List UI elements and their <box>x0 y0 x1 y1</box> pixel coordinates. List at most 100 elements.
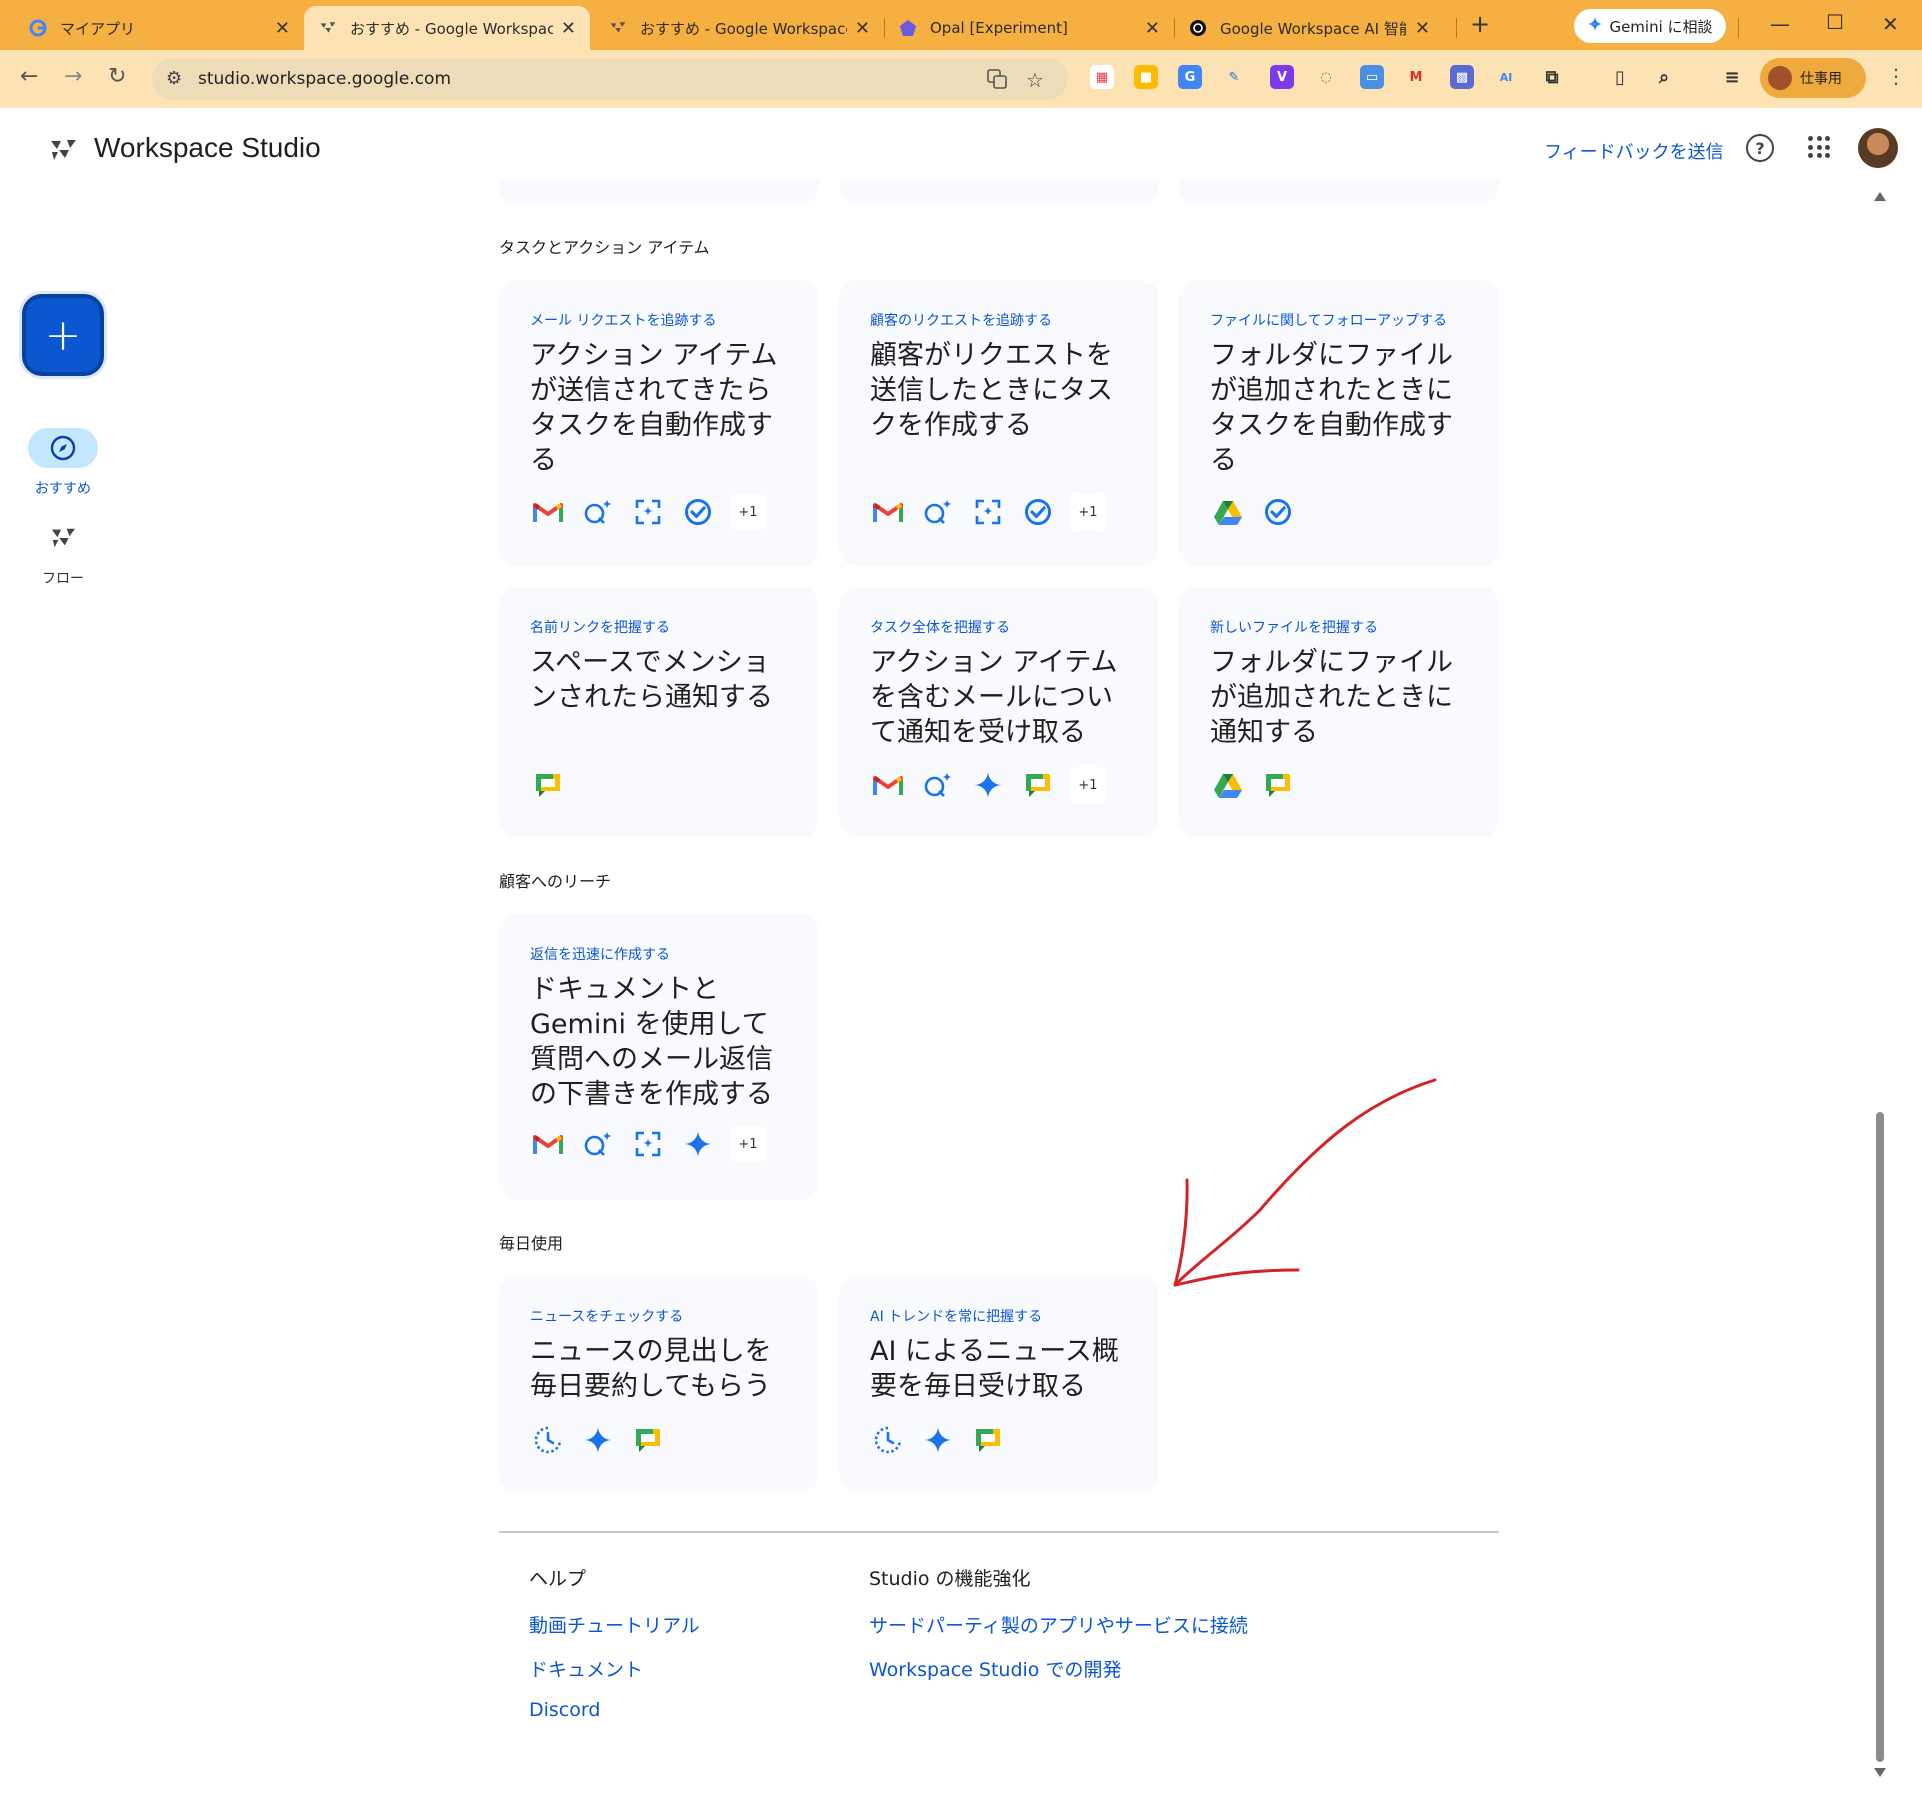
browser-tab-active[interactable]: おすすめ - Google Workspace S ✕ <box>304 6 590 50</box>
profile-button[interactable]: 仕事用 <box>1760 58 1866 98</box>
app-title[interactable]: Workspace Studio <box>94 132 321 164</box>
card-icons <box>530 1422 666 1458</box>
template-card[interactable]: 名前リンクを把握する スペースでメンションされたら通知する <box>499 587 819 837</box>
star-icon[interactable]: ☆ <box>1026 68 1044 92</box>
gemini-icon <box>1587 16 1604 36</box>
card-title: ニュースの見出しを毎日要約してもらう <box>530 1336 772 1402</box>
card-title: AI によるニュース概要を毎日受け取る <box>870 1336 1119 1402</box>
google-icon <box>28 18 48 38</box>
extension-icon[interactable]: ▩ <box>1450 65 1474 89</box>
pen-extension-icon[interactable]: ✎ <box>1222 65 1246 89</box>
rail-item-recommended[interactable]: おすすめ <box>24 428 102 498</box>
forward-icon[interactable]: → <box>64 64 82 89</box>
workspace-studio-logo-icon[interactable] <box>48 136 78 164</box>
ask-gemini-icon <box>920 767 956 803</box>
account-avatar[interactable] <box>1858 128 1898 168</box>
maximize-icon[interactable]: ☐ <box>1826 10 1844 34</box>
minimize-icon[interactable]: — <box>1770 12 1790 36</box>
more-steps-badge: +1 <box>730 1126 766 1162</box>
url-text: studio.workspace.google.com <box>198 69 452 89</box>
card-partial[interactable] <box>839 180 1159 204</box>
gmail-extension-icon[interactable]: M <box>1404 65 1428 89</box>
footer-link[interactable]: ドキュメント <box>529 1655 700 1682</box>
ask-gemini-label: Gemini に相談 <box>1609 17 1713 36</box>
scrollbar-thumb[interactable] <box>1876 1112 1884 1762</box>
template-card[interactable]: 顧客のリクエストを追跡する 顧客がリクエストを送信したときにタスクを作成する +… <box>839 280 1159 566</box>
browser-tab[interactable]: Google Workspace AI 智能体平 ✕ <box>1174 6 1444 50</box>
template-card[interactable]: 返信を迅速に作成する ドキュメントと Gemini を使用して質問へのメール返信… <box>499 914 819 1200</box>
new-tab-button[interactable]: + <box>1470 10 1490 38</box>
close-icon[interactable]: ✕ <box>1415 18 1430 39</box>
annotation-arrow-icon <box>1173 1078 1437 1287</box>
card-title: アクション アイテムが送信されてきたらタスクを自動作成する <box>530 340 778 476</box>
media-icon[interactable]: ≡ <box>1720 65 1744 89</box>
reading-mode-icon[interactable]: ▯ <box>1608 65 1632 89</box>
footer-link[interactable]: サードパーティ製のアプリやサービスに接続 <box>869 1611 1248 1638</box>
send-feedback-link[interactable]: フィードバックを送信 <box>1544 138 1724 164</box>
openai-icon <box>1188 18 1208 38</box>
tasks-icon <box>1260 494 1296 530</box>
card-icons <box>1210 767 1296 803</box>
close-icon[interactable]: ✕ <box>1145 18 1160 39</box>
card-subtitle: 顧客のリクエストを追跡する <box>870 313 1052 329</box>
reload-icon[interactable]: ↻ <box>108 64 126 89</box>
flows-icon <box>51 528 76 548</box>
section-title: タスクとアクション アイテム <box>499 238 710 257</box>
opal-icon <box>898 18 918 38</box>
card-title: 顧客がリクエストを送信したときにタスクを作成する <box>870 340 1113 441</box>
extension-icon[interactable]: G <box>1178 65 1202 89</box>
card-partial[interactable] <box>1179 180 1499 204</box>
scroll-up-arrow-icon[interactable] <box>1874 192 1886 201</box>
template-card[interactable]: ニュースをチェックする ニュースの見出しを毎日要約してもらう <box>499 1276 819 1492</box>
extensions-puzzle-icon[interactable]: ⧉ <box>1540 65 1564 89</box>
google-apps-icon[interactable] <box>1808 136 1830 158</box>
footer-power: Studio の機能強化 サードパーティ製のアプリやサービスに接続 Worksp… <box>869 1564 1248 1699</box>
tab-separator <box>1738 18 1739 38</box>
card-title: アクション アイテムを含むメールについて通知を受け取る <box>870 647 1118 748</box>
scroll-down-arrow-icon[interactable] <box>1874 1768 1886 1777</box>
browser-tab[interactable]: マイアプリ ✕ <box>14 6 304 50</box>
back-icon[interactable]: ← <box>20 64 38 89</box>
close-window-icon[interactable]: ✕ <box>1882 12 1899 36</box>
rail-pill <box>28 518 98 558</box>
extract-icon <box>970 494 1006 530</box>
footer-heading: ヘルプ <box>529 1568 587 1590</box>
extension-icon[interactable]: ■ <box>1134 65 1158 89</box>
rail-item-flows[interactable]: フロー <box>24 518 102 588</box>
browser-tab[interactable]: おすすめ - Google Workspace S ✕ <box>594 6 884 50</box>
close-icon[interactable]: ✕ <box>855 18 870 39</box>
close-icon[interactable]: ✕ <box>275 18 290 39</box>
template-card[interactable]: メール リクエストを追跡する アクション アイテムが送信されてきたらタスクを自動… <box>499 280 819 566</box>
footer-link[interactable]: 動画チュートリアル <box>529 1611 700 1638</box>
site-info-icon[interactable]: ⚙ <box>166 68 182 89</box>
close-icon[interactable]: ✕ <box>561 18 576 39</box>
translate-icon[interactable] <box>986 68 1008 95</box>
footer-heading: Studio の機能強化 <box>869 1568 1031 1590</box>
create-flow-button[interactable]: + <box>22 294 104 376</box>
footer-link[interactable]: Workspace Studio での開発 <box>869 1655 1248 1682</box>
extension-icon[interactable]: V <box>1270 65 1294 89</box>
help-icon[interactable]: ? <box>1746 134 1774 162</box>
template-card[interactable]: ファイルに関してフォローアップする フォルダにファイルが追加されたときにタスクを… <box>1179 280 1499 566</box>
extension-icon[interactable]: AI <box>1494 65 1518 89</box>
more-icon[interactable]: ⋮ <box>1886 64 1906 88</box>
tasks-icon <box>680 494 716 530</box>
search-tab-icon[interactable]: ⌕ <box>1652 65 1676 89</box>
ask-gemini-button[interactable]: Gemini に相談 <box>1574 9 1726 43</box>
rail-label: おすすめ <box>35 481 91 497</box>
address-bar[interactable]: ⚙ studio.workspace.google.com ☆ <box>152 58 1068 100</box>
extension-icon[interactable]: ▦ <box>1090 65 1114 89</box>
extension-icon[interactable]: ◌ <box>1314 65 1338 89</box>
browser-tab[interactable]: Opal [Experiment] ✕ <box>884 6 1174 50</box>
more-steps-badge: +1 <box>730 494 766 530</box>
gmail-icon <box>530 1126 566 1162</box>
footer-link[interactable]: Discord <box>529 1699 700 1721</box>
card-icons: +1 <box>530 1126 766 1162</box>
extension-icon[interactable]: ▭ <box>1360 65 1384 89</box>
browser-toolbar: ← → ↻ ⚙ studio.workspace.google.com ☆ ▦ … <box>0 50 1922 108</box>
chat-icon <box>530 767 566 803</box>
template-card[interactable]: 新しいファイルを把握する フォルダにファイルが追加されたときに通知する <box>1179 587 1499 837</box>
template-card[interactable]: AI トレンドを常に把握する AI によるニュース概要を毎日受け取る <box>839 1276 1159 1492</box>
card-partial[interactable] <box>499 180 819 204</box>
template-card[interactable]: タスク全体を把握する アクション アイテムを含むメールについて通知を受け取る +… <box>839 587 1159 837</box>
